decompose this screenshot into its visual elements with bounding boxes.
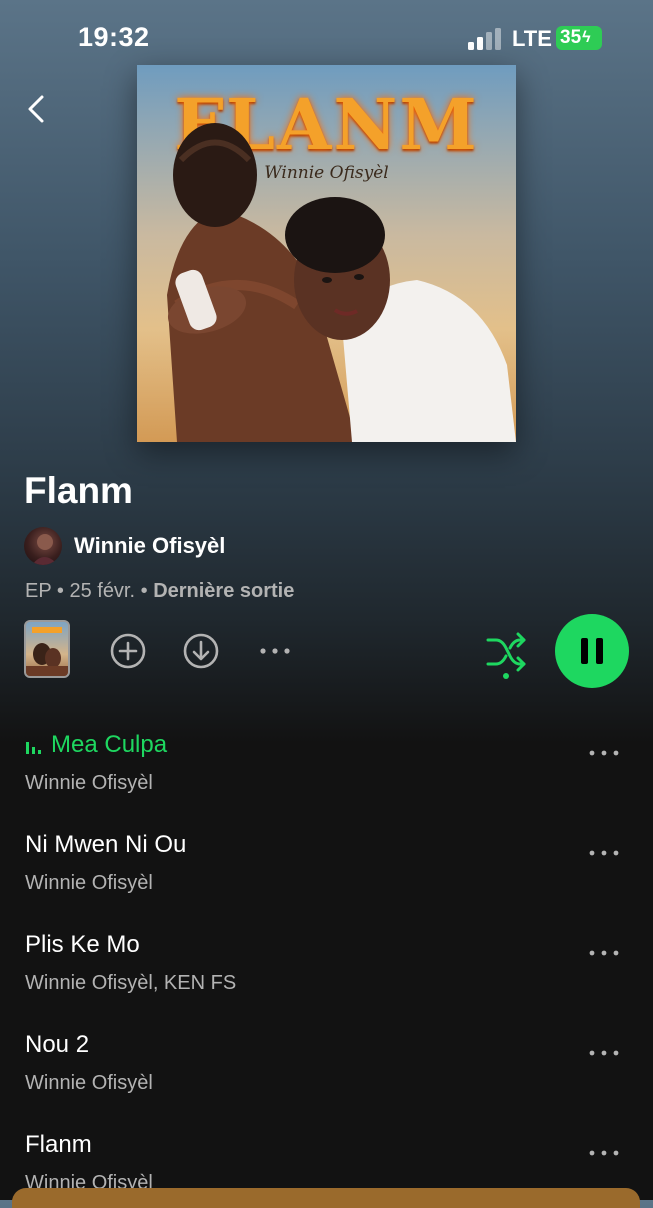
artist-avatar-image [32, 534, 58, 565]
track-more-icon[interactable] [586, 743, 622, 763]
cover-illustration [167, 123, 516, 442]
more-options-icon[interactable] [258, 638, 292, 664]
mini-player-bar[interactable] [12, 1188, 640, 1208]
network-type: LTE [512, 26, 552, 51]
download-icon[interactable] [182, 632, 220, 670]
track-more-icon[interactable] [586, 843, 622, 863]
track-title: Mea Culpa [25, 731, 167, 759]
album-type: EP [25, 580, 52, 602]
pause-icon [581, 638, 603, 664]
track-artists: Winnie Ofisyèl [25, 872, 153, 894]
add-to-library-icon[interactable] [109, 632, 147, 670]
track-title: Flanm [25, 1131, 92, 1158]
track-more-icon[interactable] [586, 1143, 622, 1163]
track-row[interactable]: Nou 2 Winnie Ofisyèl [0, 1031, 653, 1131]
album-meta: EP • 25 févr. • Dernière sortie [25, 580, 294, 603]
release-date: 25 févr. [69, 580, 136, 602]
track-row[interactable]: Plis Ke Mo Winnie Ofisyèl, KEN FS [0, 931, 653, 1031]
artist-avatar[interactable] [24, 527, 62, 565]
shuffle-icon[interactable] [484, 630, 528, 680]
back-chevron-icon[interactable] [24, 94, 50, 124]
artist-name-link[interactable]: Winnie Ofisyèl [74, 533, 225, 559]
album-title: Flanm [24, 470, 133, 511]
track-more-icon[interactable] [586, 1043, 622, 1063]
track-title-text: Mea Culpa [51, 731, 168, 758]
meta-separator: • [56, 580, 70, 602]
track-artists: Winnie Ofisyèl, KEN FS [25, 972, 237, 994]
track-more-icon[interactable] [586, 943, 622, 963]
track-title: Plis Ke Mo [25, 931, 140, 958]
album-preview-thumbnail[interactable] [24, 620, 70, 678]
album-cover-art: FLANM Winnie Ofisyèl [137, 65, 516, 442]
status-time: 19:32 [78, 22, 150, 52]
now-playing-equalizer-icon [26, 741, 41, 754]
battery-indicator: 35 ϟ [556, 26, 602, 50]
track-row[interactable]: Ni Mwen Ni Ou Winnie Ofisyèl [0, 831, 653, 931]
release-tag: Dernière sortie [153, 580, 295, 602]
track-artists: Winnie Ofisyèl [25, 1072, 153, 1094]
charging-bolt-icon: ϟ [582, 29, 591, 46]
pause-button[interactable] [555, 614, 629, 688]
thumbnail-art [26, 627, 68, 676]
track-artists: Winnie Ofisyèl [25, 772, 153, 794]
track-title: Nou 2 [25, 1031, 90, 1058]
battery-level: 35 [560, 27, 582, 48]
signal-strength-icon [468, 28, 501, 50]
track-row[interactable]: Mea Culpa Winnie Ofisyèl [0, 731, 653, 831]
meta-separator: • [140, 580, 154, 602]
track-title: Ni Mwen Ni Ou [25, 831, 187, 858]
